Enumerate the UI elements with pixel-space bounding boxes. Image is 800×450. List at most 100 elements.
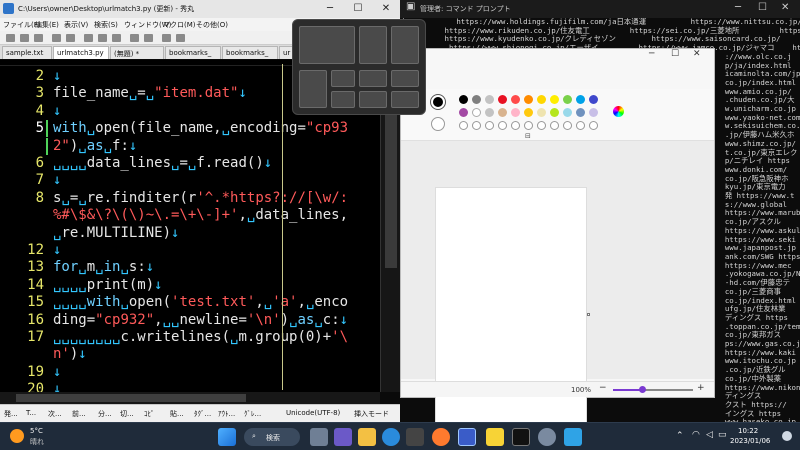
fkey-8[interactable]: 貼... [170, 409, 184, 419]
hscroll-thumb[interactable] [16, 394, 246, 402]
snap-quad-bottom-left[interactable] [359, 91, 387, 108]
palette-color-swatch[interactable] [537, 95, 546, 104]
palette-color-swatch[interactable] [550, 121, 559, 130]
palette-color-swatch[interactable] [537, 121, 546, 130]
fkey-10[interactable]: ｱｳﾄ... [218, 409, 235, 419]
code-line[interactable]: ↓ [53, 103, 61, 119]
terminal-maximize-button[interactable]: ☐ [758, 2, 767, 13]
secondary-color-swatch[interactable] [431, 117, 445, 131]
tab-urlmatch3[interactable]: urlmatch3.py [53, 46, 109, 59]
palette-color-swatch[interactable] [589, 108, 598, 117]
snap-left-half[interactable] [299, 26, 355, 64]
code-line[interactable]: ␣re.MULTILINE)↓ [53, 225, 179, 241]
replace-icon[interactable] [144, 34, 153, 42]
wifi-icon[interactable]: ◠ [692, 430, 700, 440]
palette-color-swatch[interactable] [459, 95, 468, 104]
terminal-icon[interactable] [512, 428, 530, 446]
fkey-9[interactable]: ﾀｸﾞ... [194, 409, 211, 419]
encoding-indicator[interactable]: Unicode(UTF-8) [286, 409, 340, 417]
zoom-slider-thumb[interactable] [639, 386, 646, 393]
grep-icon[interactable] [162, 34, 171, 42]
palette-color-swatch[interactable] [524, 121, 533, 130]
tab-bookmarks-2[interactable]: bookmarks_ [222, 46, 278, 59]
weather-condition[interactable]: 晴れ [30, 437, 44, 447]
fkey-4[interactable]: 前... [72, 409, 86, 419]
open-file-icon[interactable] [20, 34, 29, 42]
primary-color-swatch[interactable] [431, 95, 445, 109]
palette-color-swatch[interactable] [563, 95, 572, 104]
fkey-3[interactable]: 次... [48, 409, 62, 419]
canvas-resize-handle[interactable] [587, 313, 590, 316]
sticky-notes-icon[interactable] [486, 428, 504, 446]
palette-color-swatch[interactable] [485, 121, 494, 130]
menu-search[interactable]: 検索(S) [94, 20, 118, 30]
notification-icon[interactable] [782, 431, 792, 441]
fkey-11[interactable]: ｸﾞﾚ... [244, 409, 261, 419]
clock-date[interactable]: 2023/01/06 [730, 437, 770, 445]
code-line[interactable]: ding="cp932",␣␣newline='\n')␣as␣c:↓ [53, 312, 348, 328]
task-view-icon[interactable] [310, 428, 328, 446]
palette-color-swatch[interactable] [498, 121, 507, 130]
code-line[interactable]: n')↓ [53, 346, 87, 362]
horizontal-scrollbar[interactable] [0, 392, 380, 404]
snap-layout-a-left[interactable] [359, 26, 387, 64]
palette-color-swatch[interactable] [485, 95, 494, 104]
code-line[interactable]: ␣␣␣␣data_lines␣=␣f.read()↓ [53, 155, 272, 171]
firefox-icon[interactable] [432, 428, 450, 446]
snap-layout-b-bottom-right[interactable] [331, 91, 355, 108]
close-button[interactable]: ✕ [372, 0, 400, 18]
taskbar-search[interactable]: ⌕ 検索 [244, 428, 300, 446]
zoom-out-button[interactable]: − [599, 383, 607, 393]
palette-color-swatch[interactable] [459, 121, 468, 130]
weather-icon[interactable] [10, 429, 24, 443]
snap-quad-bottom-right[interactable] [391, 91, 419, 108]
code-line[interactable]: ↓ [53, 364, 61, 380]
paste-icon[interactable] [112, 34, 121, 42]
palette-color-swatch[interactable] [472, 108, 481, 117]
snap-layout-a-right[interactable] [391, 26, 419, 64]
palette-color-swatch[interactable] [576, 108, 585, 117]
chat-icon[interactable] [334, 428, 352, 446]
battery-icon[interactable]: ▭ [718, 430, 727, 440]
undo-icon[interactable] [52, 34, 61, 42]
palette-color-swatch[interactable] [537, 108, 546, 117]
code-line[interactable]: s␣=␣re.finditer(r'^.*https?://[\w/: [53, 190, 348, 206]
palette-color-swatch[interactable] [498, 95, 507, 104]
palette-color-swatch[interactable] [576, 95, 585, 104]
clock-time[interactable]: 10:22 [738, 427, 758, 435]
edit-colors-icon[interactable] [613, 106, 624, 117]
code-line[interactable]: ␣␣␣␣print(m)↓ [53, 277, 163, 293]
fkey-5[interactable]: 分... [98, 409, 112, 419]
palette-color-swatch[interactable] [550, 95, 559, 104]
tab-sample[interactable]: sample.txt [2, 46, 52, 59]
code-line[interactable]: ␣␣␣␣with␣open('test.txt',␣'a',␣enco [53, 294, 348, 310]
paint-close-button[interactable]: ✕ [693, 49, 701, 59]
volume-icon[interactable]: ◁ [706, 430, 713, 440]
palette-color-swatch[interactable] [511, 108, 520, 117]
cut-icon[interactable] [84, 34, 93, 42]
palette-color-swatch[interactable] [498, 108, 507, 117]
paint-icon[interactable] [564, 428, 582, 446]
code-line[interactable]: with␣open(file_name,␣encoding="cp93 [53, 120, 348, 136]
redo-icon[interactable] [66, 34, 75, 42]
terminal-minimize-button[interactable]: ─ [735, 2, 741, 13]
palette-color-swatch[interactable] [511, 121, 520, 130]
snap-layout-b-top-right[interactable] [331, 70, 355, 87]
save-icon[interactable] [34, 34, 43, 42]
minimize-button[interactable]: ─ [316, 0, 344, 18]
weather-temperature[interactable]: 5°C [30, 427, 43, 435]
terminal-close-button[interactable]: ✕ [781, 2, 789, 13]
palette-color-swatch[interactable] [563, 108, 572, 117]
print-icon[interactable] [176, 34, 185, 42]
zoom-in-button[interactable]: + [697, 383, 705, 393]
start-icon[interactable] [218, 428, 236, 446]
paint-maximize-button[interactable]: ☐ [671, 49, 679, 59]
fkey-2[interactable]: T... [26, 409, 36, 417]
menu-other[interactable]: その他(O) [196, 20, 228, 30]
code-line[interactable]: %#\$&\?\(\)~\.=\+\-]+',␣data_lines, [53, 207, 348, 223]
palette-color-swatch[interactable] [485, 108, 494, 117]
snap-quad-top-right[interactable] [391, 70, 419, 87]
paint-minimize-button[interactable]: ─ [649, 49, 654, 59]
fkey-7[interactable]: ｺﾋﾟ [144, 409, 155, 419]
palette-color-swatch[interactable] [472, 95, 481, 104]
